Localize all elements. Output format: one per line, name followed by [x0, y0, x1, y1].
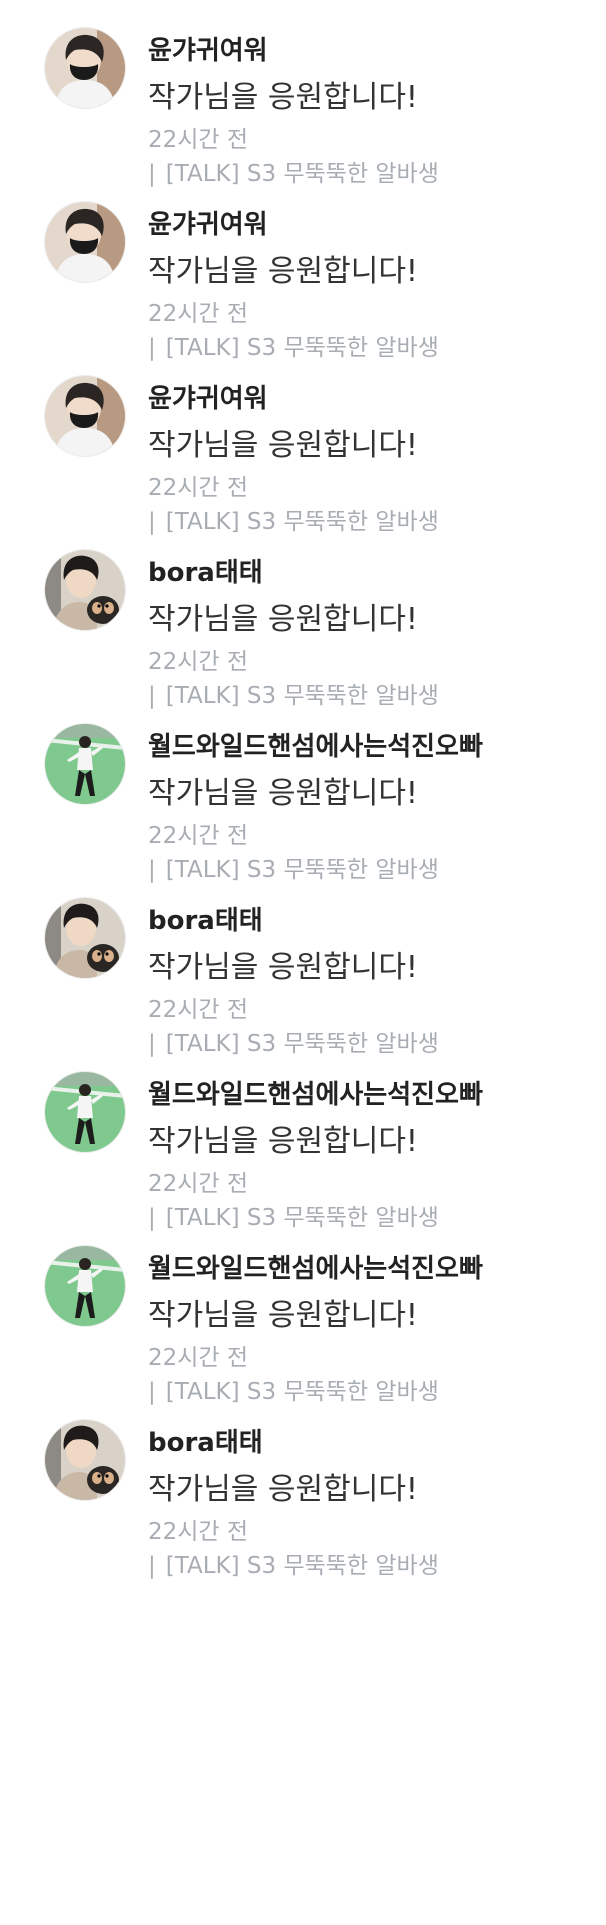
comment-author[interactable]: 윤갸귀여워	[148, 30, 268, 67]
person-with-dog-avatar-icon[interactable]	[45, 1420, 125, 1500]
comment-message: 작가님을 응원합니다!	[148, 80, 418, 115]
person-with-dog-avatar-icon[interactable]	[45, 550, 125, 630]
person-on-field-avatar-icon[interactable]	[45, 1246, 125, 1326]
comment-author[interactable]: 윤갸귀여워	[148, 204, 268, 241]
comment-message: 작가님을 응원합니다!	[148, 1472, 418, 1507]
person-with-dog-avatar-icon[interactable]	[45, 898, 125, 978]
comment-author[interactable]: 윤갸귀여워	[148, 378, 268, 415]
person-face-mask-avatar-icon[interactable]	[45, 28, 125, 108]
person-on-field-avatar-icon[interactable]	[45, 724, 125, 804]
comment-time: 22시간 전	[148, 301, 249, 327]
comment-source[interactable]: | [TALK] S3 무뚝뚝한 알바생	[148, 1546, 439, 1580]
comment-author[interactable]: 월드와일드핸섬에사는석진오빠	[148, 1074, 483, 1111]
comment-message: 작가님을 응원합니다!	[148, 1124, 418, 1159]
comment-author[interactable]: bora태태	[148, 1422, 263, 1459]
comment-time: 22시간 전	[148, 1519, 249, 1545]
comment-author[interactable]: 월드와일드핸섬에사는석진오빠	[148, 726, 483, 763]
comment-time: 22시간 전	[148, 1345, 249, 1371]
comment-message: 작가님을 응원합니다!	[148, 254, 418, 289]
source-title[interactable]: [TALK] S3 무뚝뚝한 알바생	[166, 1553, 439, 1579]
comment-author[interactable]: bora태태	[148, 552, 263, 589]
comment-time: 22시간 전	[148, 127, 249, 153]
comment-message: 작가님을 응원합니다!	[148, 950, 418, 985]
comment-feed: 윤갸귀여워 작가님을 응원합니다! 22시간 전 | [TALK] S3 무뚝뚝한…	[0, 0, 606, 1925]
comment-time: 22시간 전	[148, 823, 249, 849]
comment-time: 22시간 전	[148, 475, 249, 501]
comment-message: 작가님을 응원합니다!	[148, 776, 418, 811]
comment-message: 작가님을 응원합니다!	[148, 1298, 418, 1333]
comment-item: bora태태 작가님을 응원합니다! 22시간 전 | [TALK] S3 무뚝뚝…	[0, 1392, 606, 1606]
person-face-mask-avatar-icon[interactable]	[45, 376, 125, 456]
comment-author[interactable]: bora태태	[148, 900, 263, 937]
comment-message: 작가님을 응원합니다!	[148, 428, 418, 463]
person-on-field-avatar-icon[interactable]	[45, 1072, 125, 1152]
comment-time: 22시간 전	[148, 1171, 249, 1197]
comment-time: 22시간 전	[148, 649, 249, 675]
comment-time: 22시간 전	[148, 997, 249, 1023]
person-face-mask-avatar-icon[interactable]	[45, 202, 125, 282]
comment-message: 작가님을 응원합니다!	[148, 602, 418, 637]
comment-author[interactable]: 월드와일드핸섬에사는석진오빠	[148, 1248, 483, 1285]
source-separator: |	[148, 1553, 156, 1579]
